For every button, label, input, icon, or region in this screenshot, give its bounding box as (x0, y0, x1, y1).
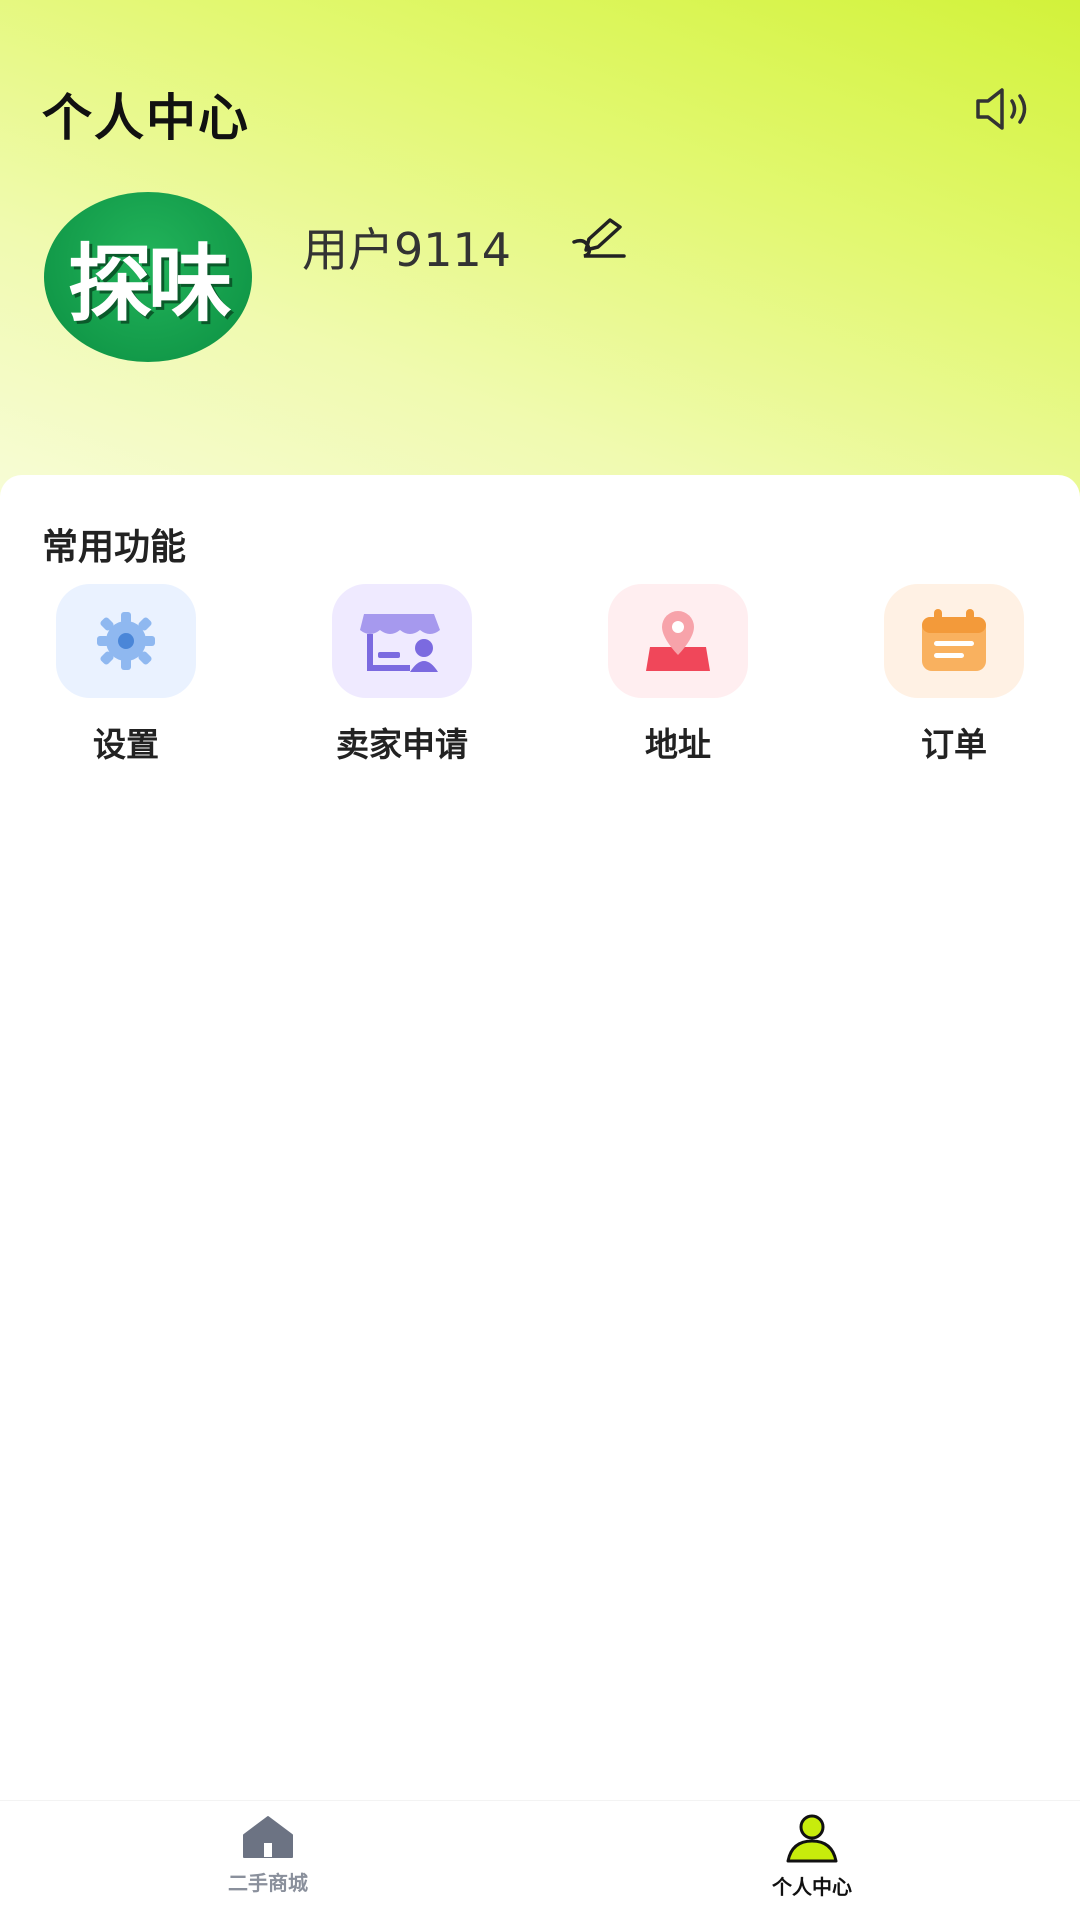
function-seller-apply[interactable]: 卖家申请 (302, 584, 502, 766)
speaker-icon[interactable] (972, 86, 1038, 132)
username: 用户9114 (302, 223, 512, 277)
function-label: 卖家申请 (336, 725, 468, 764)
user-icon (712, 1813, 912, 1869)
function-label: 设置 (93, 725, 159, 764)
avatar[interactable]: 探味 (44, 192, 252, 362)
tab-label: 个人中心 (772, 1875, 852, 1899)
avatar-text: 探味 (67, 234, 232, 333)
function-orders[interactable]: 订单 (854, 584, 1054, 766)
order-icon (884, 584, 1024, 698)
tab-personal-center[interactable]: 个人中心 (712, 1813, 912, 1900)
function-address[interactable]: 地址 (578, 584, 778, 766)
page-title: 个人中心 (42, 89, 250, 147)
tab-second-hand-mall[interactable]: 二手商城 (168, 1813, 368, 1896)
function-settings[interactable]: 设置 (26, 584, 226, 766)
function-label: 地址 (645, 725, 711, 764)
edit-icon[interactable] (570, 214, 630, 266)
home-icon (168, 1813, 368, 1865)
location-pin-icon (608, 584, 748, 698)
section-title: 常用功能 (42, 527, 187, 568)
store-icon (332, 584, 472, 698)
tab-label: 二手商城 (228, 1871, 308, 1895)
tab-bar: 二手商城 个人中心 (0, 1800, 1080, 1921)
gear-icon (56, 584, 196, 698)
function-label: 订单 (921, 725, 987, 764)
